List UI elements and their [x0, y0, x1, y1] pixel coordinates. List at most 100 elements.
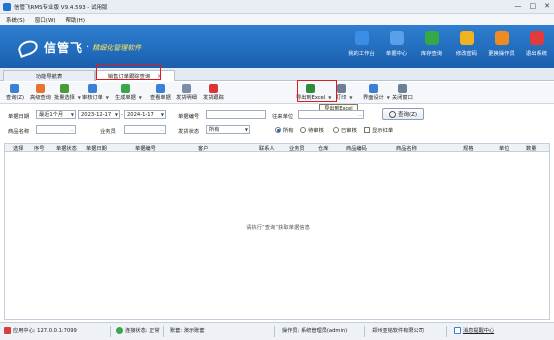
- toolbar-label: 高级查询: [30, 95, 51, 101]
- toolbar-label: 打印: [336, 95, 347, 101]
- toolbar-delivery-track-button[interactable]: 发货跟踪: [203, 84, 224, 101]
- audit-all-radio[interactable]: 所有: [275, 126, 294, 134]
- column-header[interactable]: 商品编码: [346, 145, 367, 152]
- close-button[interactable]: ✕: [544, 2, 550, 10]
- product-input[interactable]: …: [36, 125, 76, 134]
- menu-window[interactable]: 窗口(W): [35, 16, 56, 24]
- exit-icon: [529, 31, 544, 45]
- ship-status-select[interactable]: 所有 ▼: [206, 125, 250, 134]
- lock-icon: [459, 31, 474, 45]
- design-icon: [368, 84, 378, 93]
- advanced-query-icon: [35, 84, 45, 93]
- partner-label: 往来单位: [272, 114, 294, 120]
- message-center-link[interactable]: 消息提醒中心: [454, 327, 494, 334]
- toolbar-label: 批量选择: [54, 95, 75, 101]
- date-from-field[interactable]: 2023-12-17 ▼: [78, 110, 120, 119]
- column-header[interactable]: 单据编号: [135, 145, 156, 152]
- status-company: 郑州亚铭软件有限公司: [372, 328, 424, 334]
- user-icon: [494, 31, 509, 45]
- column-header[interactable]: 选择: [13, 145, 23, 152]
- batch-select-icon: [59, 84, 69, 93]
- empty-message: 请执行“查询”获取单据信息: [246, 225, 310, 231]
- audit-pending-radio[interactable]: 待审核: [300, 126, 324, 134]
- toolbar-audit-button[interactable]: 审核订单 ▼: [82, 84, 109, 101]
- toolbar-print-button[interactable]: 打印 ▼: [336, 84, 352, 101]
- window-titlebar: 信管飞RMS专业版 V9.4.593 - 试用版 — □ ✕: [0, 0, 554, 14]
- dropdown-arrow-icon[interactable]: ▼: [139, 95, 142, 100]
- nav-button-document[interactable]: 单据中心: [379, 31, 414, 57]
- column-header[interactable]: 单据状态: [56, 145, 77, 152]
- menu-bar: 系统(S) 窗口(W) 帮助(H): [0, 14, 554, 25]
- brand-logo: 信管飞 · 精细化管理软件: [16, 37, 142, 58]
- toolbar-delivery-detail-button[interactable]: 发货明细: [176, 84, 197, 101]
- table-body[interactable]: 请执行“查询”获取单据信息: [4, 152, 550, 320]
- menu-system[interactable]: 系统(S): [6, 16, 25, 24]
- menu-help[interactable]: 帮助(H): [66, 16, 85, 24]
- column-header[interactable]: 规格: [463, 145, 473, 152]
- dropdown-arrow-icon[interactable]: ▼: [349, 95, 352, 100]
- partner-input[interactable]: …: [298, 110, 364, 119]
- tab-sales-order-tracking[interactable]: 销售订单跟踪查询 ×: [95, 70, 175, 81]
- toolbar-advanced-query-button[interactable]: 高级查询: [30, 84, 51, 101]
- nav-button-lock[interactable]: 修改密码: [449, 31, 484, 57]
- column-header[interactable]: 单位: [499, 145, 509, 152]
- toolbar-label: 发货跟踪: [203, 95, 224, 101]
- toolbar-label: 界面设计: [363, 95, 384, 101]
- query-button[interactable]: 查询(Z): [382, 108, 424, 120]
- toolbar-excel-button[interactable]: 导出到Excel ▼: [296, 84, 331, 101]
- status-connection: 连接状态: 正常: [116, 327, 160, 334]
- dropdown-arrow-icon[interactable]: ▼: [106, 95, 109, 100]
- column-header[interactable]: 客户: [198, 145, 208, 152]
- date-range-select[interactable]: 最近1个月 ▼: [36, 110, 76, 119]
- nav-label: 库存查询: [420, 51, 443, 57]
- dropdown-arrow-icon[interactable]: ▼: [328, 95, 331, 100]
- print-icon: [336, 84, 346, 93]
- toolbar-design-button[interactable]: 界面设计 ▼: [363, 84, 390, 101]
- column-header[interactable]: 单据日期: [86, 145, 107, 152]
- nav-label: 单据中心: [385, 51, 408, 57]
- toolbar-label: 生成单据: [115, 95, 136, 101]
- staff-label: 业务员: [100, 129, 116, 135]
- nav-button-user[interactable]: 更换操作员: [484, 31, 519, 57]
- brand-slogan: 精细化管理软件: [92, 43, 142, 52]
- nav-label: 退出系统: [525, 51, 548, 57]
- audit-icon: [87, 84, 97, 93]
- column-header[interactable]: 序号: [34, 145, 44, 152]
- dropdown-arrow-icon[interactable]: ▼: [387, 95, 390, 100]
- nav-button-chart[interactable]: 库存查询: [414, 31, 449, 57]
- show-red-checkbox[interactable]: 显示红单: [364, 126, 393, 134]
- delivery-detail-icon: [181, 84, 191, 93]
- table-header: 选择 序号 单据状态 单据日期 单据编号 客户 联系人 业务员 仓库 商品编码 商品名称 规格 单位 数量: [4, 143, 550, 152]
- column-header[interactable]: 业务员: [289, 145, 305, 152]
- date-to-field[interactable]: 2024-1-17 ▼: [124, 110, 166, 119]
- filter-panel: 单据日期 最近1个月 ▼ 2023-12-17 ▼ - 2024-1-17 ▼ 单据编…: [8, 110, 394, 135]
- maximize-button[interactable]: □: [530, 2, 537, 10]
- toolbar-generate-button[interactable]: 生成单据 ▼: [115, 84, 142, 101]
- column-header[interactable]: 商品名称: [396, 145, 417, 152]
- column-header[interactable]: 仓库: [318, 145, 328, 152]
- window-title: 信管飞RMS专业版 V9.4.593 - 试用版: [14, 4, 108, 11]
- staff-input[interactable]: …: [124, 125, 166, 134]
- tab-function-nav[interactable]: 功能导航表: [3, 70, 95, 81]
- logo-mark-icon: [16, 37, 40, 58]
- minimize-button[interactable]: —: [515, 2, 522, 10]
- ship-status-label: 发货状态: [178, 129, 200, 135]
- dropdown-arrow-icon[interactable]: ▼: [78, 95, 81, 100]
- nav-button-exit[interactable]: 退出系统: [519, 31, 554, 57]
- nav-button-monitor[interactable]: 我的工作台: [344, 31, 379, 57]
- product-label: 商品名称: [8, 129, 30, 135]
- audit-approved-radio[interactable]: 已审核: [333, 126, 357, 134]
- toolbar-query-button[interactable]: 查询(Z): [6, 84, 24, 101]
- column-header[interactable]: 数量: [526, 145, 536, 152]
- toolbar-label: 审核订单: [82, 95, 103, 101]
- tab-label: 销售订单跟踪查询: [107, 74, 151, 80]
- nav-label: 更换操作员: [488, 51, 515, 57]
- toolbar-close-window-button[interactable]: 关闭窗口: [392, 84, 413, 101]
- toolbar-view-doc-button[interactable]: 查看单据: [150, 84, 171, 101]
- chart-icon: [424, 31, 439, 45]
- tab-close-icon[interactable]: ×: [157, 73, 162, 80]
- toolbar-batch-select-button[interactable]: 批量选择 ▼: [54, 84, 81, 101]
- tab-strip: 功能导航表 销售订单跟踪查询 ×: [0, 68, 554, 81]
- column-header[interactable]: 联系人: [259, 145, 275, 152]
- doc-no-input[interactable]: [206, 110, 266, 119]
